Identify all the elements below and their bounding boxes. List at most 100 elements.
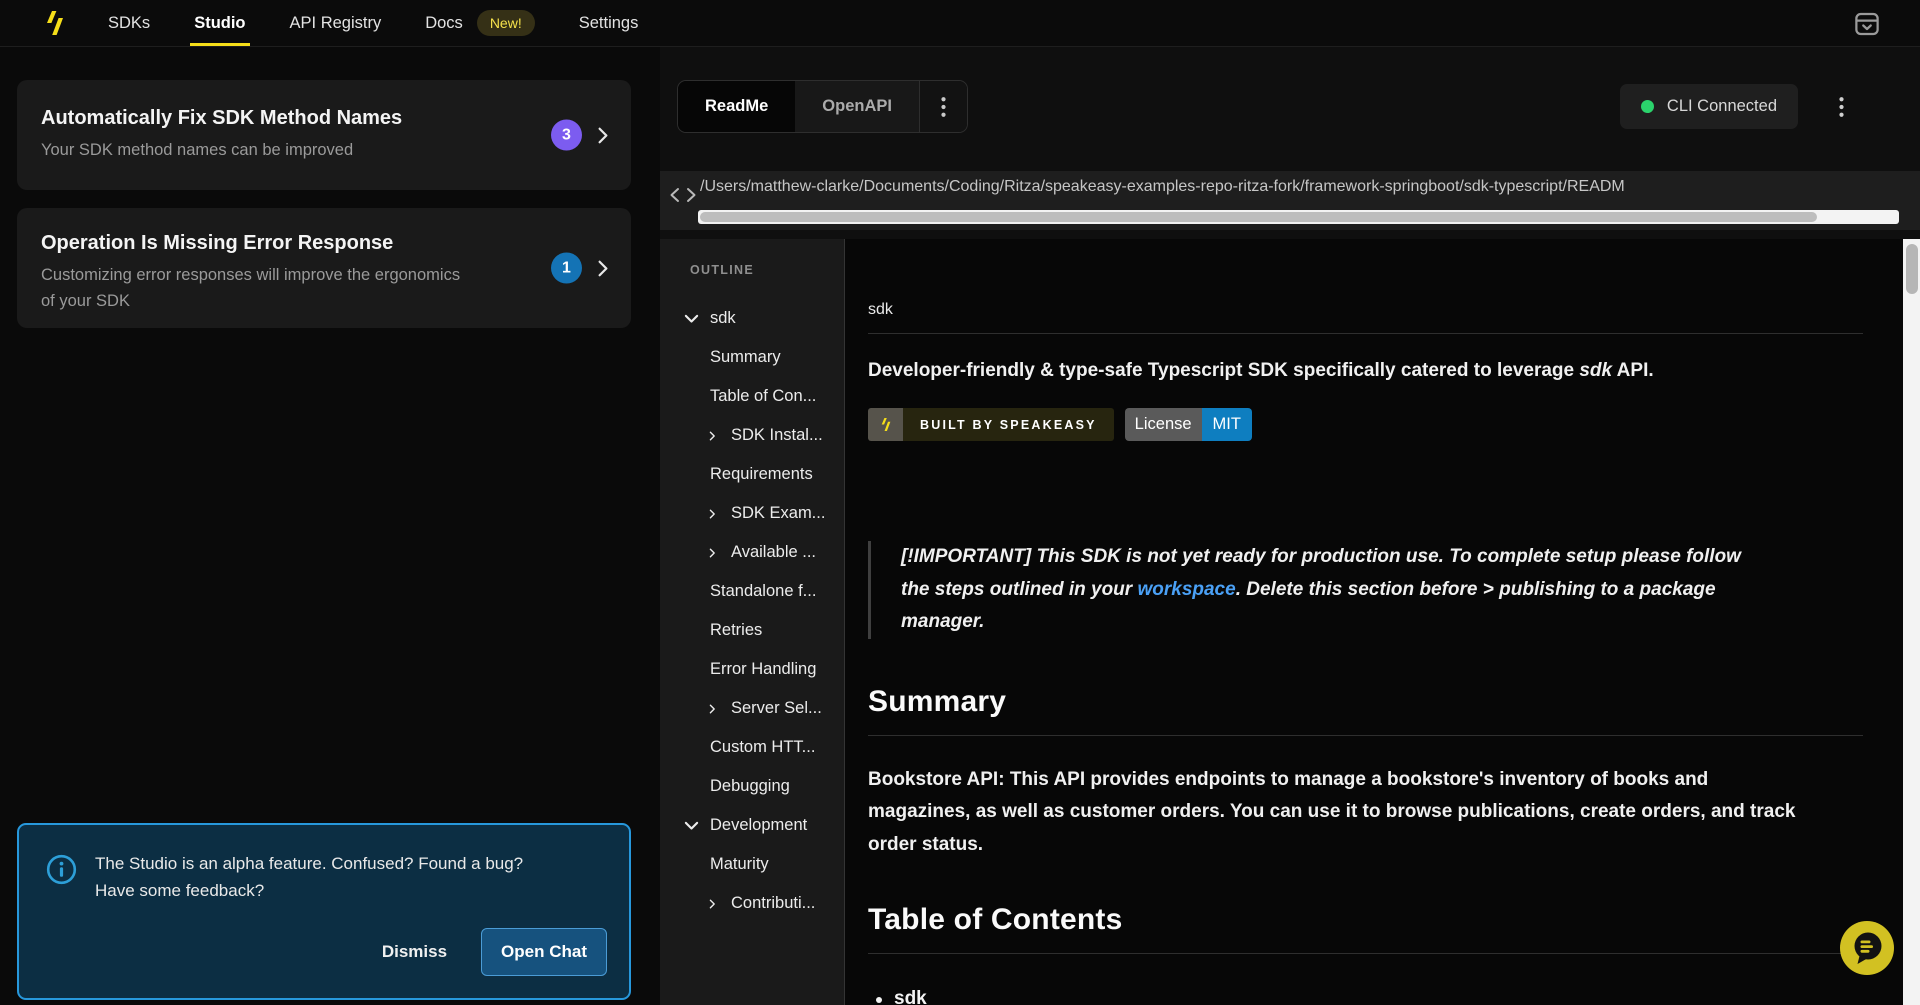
- info-icon: [46, 854, 77, 885]
- outline-item-custom-http[interactable]: Custom HTT...: [660, 728, 844, 767]
- issue-card-missing-error-response[interactable]: Operation Is Missing Error Response Cust…: [17, 208, 631, 328]
- issue-count-badge: 3: [551, 120, 582, 151]
- speakeasy-logo-icon: [868, 408, 903, 441]
- issue-card-fix-method-names[interactable]: Automatically Fix SDK Method Names Your …: [17, 80, 631, 190]
- chevron-right-icon: [597, 126, 609, 144]
- dismiss-button[interactable]: Dismiss: [374, 932, 455, 972]
- outline-item-development[interactable]: Development: [660, 806, 844, 845]
- intro-text: API.: [1612, 360, 1654, 381]
- new-badge: New!: [477, 10, 535, 36]
- outline-item-summary[interactable]: Summary: [660, 338, 844, 377]
- summary-paragraph: Bookstore API: This API provides endpoin…: [868, 764, 1798, 862]
- readme-badges: BUILT BY SPEAKEASY License MIT: [868, 408, 1863, 441]
- intro-text: Developer-friendly & type-safe Typescrip…: [868, 360, 1579, 381]
- outline-panel: OUTLINE sdk Summary Table of Con... SDK: [660, 239, 845, 1005]
- issue-card-meta: 3: [551, 120, 609, 151]
- window-panel-icon[interactable]: [1852, 9, 1882, 39]
- nav-menu: SDKs Studio API Registry Docs New! Setti…: [108, 0, 638, 46]
- top-nav: SDKs Studio API Registry Docs New! Setti…: [0, 0, 1920, 47]
- important-blockquote: [!IMPORTANT] This SDK is not yet ready f…: [868, 541, 1773, 639]
- issue-subtitle: Customizing error responses will improve…: [41, 262, 471, 314]
- chevron-right-icon: [705, 431, 720, 441]
- alert-message: The Studio is an alpha feature. Confused…: [95, 851, 565, 904]
- outline-label: Server Sel...: [731, 699, 822, 718]
- file-tabs: ReadMe OpenAPI: [677, 80, 968, 133]
- outline-item-maturity[interactable]: Maturity: [660, 845, 844, 884]
- outline-label: sdk: [710, 309, 736, 328]
- intro-italic: sdk: [1579, 360, 1612, 381]
- outline-item-contributions[interactable]: Contributi...: [660, 884, 844, 923]
- outline-label: SDK Instal...: [731, 426, 823, 445]
- readme-preview: sdk Developer-friendly & type-safe Types…: [845, 239, 1903, 1005]
- chevron-right-icon: [705, 509, 720, 519]
- chevron-down-icon: [684, 821, 699, 831]
- cli-status-pill: CLI Connected: [1620, 84, 1798, 129]
- chat-fab-button[interactable]: [1840, 921, 1894, 975]
- vertical-scrollbar[interactable]: [1903, 239, 1920, 1005]
- outline-label: Debugging: [710, 777, 790, 796]
- tab-readme[interactable]: ReadMe: [678, 81, 795, 132]
- toc-item-sdk[interactable]: sdk: [868, 988, 1863, 1005]
- outline-label: Standalone f...: [710, 582, 816, 601]
- issue-count-badge: 1: [551, 253, 582, 284]
- speakeasy-logo-icon[interactable]: [42, 8, 68, 38]
- nav-item-docs[interactable]: Docs: [425, 0, 463, 46]
- chevron-right-icon: [705, 704, 720, 714]
- workspace-link[interactable]: workspace: [1137, 579, 1235, 600]
- outline-label: Summary: [710, 348, 781, 367]
- license-badge: License MIT: [1125, 408, 1252, 441]
- tab-openapi[interactable]: OpenAPI: [795, 81, 919, 132]
- chevron-right-icon: [705, 548, 720, 558]
- outline-item-sdk-examples[interactable]: SDK Exam...: [660, 494, 844, 533]
- built-by-label: BUILT BY SPEAKEASY: [903, 408, 1114, 441]
- readme-toolbar: ReadMe OpenAPI CLI Connected: [677, 80, 1854, 133]
- alpha-feedback-alert: The Studio is an alpha feature. Confused…: [17, 823, 631, 1000]
- license-value: MIT: [1202, 408, 1252, 441]
- file-path-bar: /Users/matthew-clarke/Documents/Coding/R…: [660, 171, 1920, 230]
- outline-item-sdk-installation[interactable]: SDK Instal...: [660, 416, 844, 455]
- toc-heading: Table of Contents: [868, 903, 1863, 937]
- horizontal-scrollbar[interactable]: [698, 210, 1899, 224]
- summary-heading: Summary: [868, 685, 1863, 719]
- toolbar-kebab-menu[interactable]: [1828, 87, 1854, 127]
- outline-item-retries[interactable]: Retries: [660, 611, 844, 650]
- outline-item-standalone-functions[interactable]: Standalone f...: [660, 572, 844, 611]
- outline-item-table-of-contents[interactable]: Table of Con...: [660, 377, 844, 416]
- divider: [868, 953, 1863, 954]
- readme-h1: sdk: [868, 301, 1863, 319]
- nav-item-studio[interactable]: Studio: [194, 0, 245, 46]
- chevron-right-icon: [597, 259, 609, 277]
- outline-label: Error Handling: [710, 660, 816, 679]
- issues-sidebar: Automatically Fix SDK Method Names Your …: [0, 47, 660, 1005]
- tabs-kebab-menu[interactable]: [919, 81, 967, 132]
- built-by-speakeasy-badge: BUILT BY SPEAKEASY: [868, 408, 1114, 441]
- nav-item-sdks[interactable]: SDKs: [108, 0, 150, 46]
- readme-content-row: OUTLINE sdk Summary Table of Con... SDK: [660, 239, 1920, 1005]
- issue-title: Operation Is Missing Error Response: [41, 232, 521, 255]
- alert-actions: Dismiss Open Chat: [374, 928, 607, 976]
- divider: [868, 735, 1863, 736]
- horizontal-scrollbar-thumb[interactable]: [700, 212, 1817, 222]
- outline-item-debugging[interactable]: Debugging: [660, 767, 844, 806]
- divider: [868, 333, 1863, 334]
- outline-tree: sdk Summary Table of Con... SDK Instal..…: [660, 299, 844, 923]
- file-path-text: /Users/matthew-clarke/Documents/Coding/R…: [700, 178, 1904, 196]
- open-chat-button[interactable]: Open Chat: [481, 928, 607, 976]
- outline-label: Custom HTT...: [710, 738, 815, 757]
- outline-item-server-selection[interactable]: Server Sel...: [660, 689, 844, 728]
- studio-main-panel: ReadMe OpenAPI CLI Connected: [660, 47, 1920, 1005]
- vertical-scrollbar-thumb[interactable]: [1906, 244, 1918, 294]
- nav-item-settings[interactable]: Settings: [579, 0, 639, 46]
- toc-list: sdk: [868, 988, 1863, 1005]
- chevron-down-icon: [684, 314, 699, 324]
- outline-label: Table of Con...: [710, 387, 816, 406]
- outline-item-requirements[interactable]: Requirements: [660, 455, 844, 494]
- outline-item-sdk[interactable]: sdk: [660, 299, 844, 338]
- nav-item-api-registry[interactable]: API Registry: [290, 0, 382, 46]
- issue-subtitle: Your SDK method names can be improved: [41, 137, 471, 163]
- outline-label: SDK Exam...: [731, 504, 825, 523]
- toolbar-right: CLI Connected: [1620, 84, 1854, 129]
- outline-item-error-handling[interactable]: Error Handling: [660, 650, 844, 689]
- outline-item-available-resources[interactable]: Available ...: [660, 533, 844, 572]
- outline-label: Retries: [710, 621, 762, 640]
